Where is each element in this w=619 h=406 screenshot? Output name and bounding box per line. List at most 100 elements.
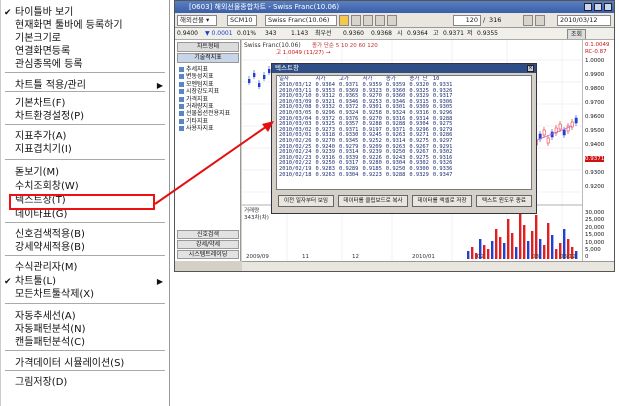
quote-value: 시 [397,30,403,37]
indicator-category-label: 추세지표 [186,66,209,73]
volume-bar [535,215,538,259]
zoom-out-button[interactable] [523,15,533,26]
menu-item-8[interactable]: 지표추가(A) [1,130,169,144]
market-select[interactable]: 해외선물 ▾ [177,15,217,26]
menu-item-23[interactable]: 그림저장(D) [1,376,169,390]
indicator-category[interactable]: 변동성지표 [179,73,214,80]
data-table[interactable]: 일자 시가 고가 저가 종가 종가 단 10 2010/03/12 0.9364 0.9371 0… [276,75,532,190]
tech-indicator-tab[interactable]: 기술적지표 [177,53,239,63]
menu-item-label: 돋보기(M) [15,167,60,178]
menu-separator [5,255,165,256]
volume-axis-tick: 20,000 [585,224,605,231]
indicator-category[interactable]: 모멘텀지표 [179,81,214,88]
quote-strip: 0.9400 ▼ 0.0001 0.01% 343 1.143 최우선 0.9360 0.93… [175,28,614,40]
menu-item-19[interactable]: 자동추세선(A) [1,310,169,324]
candle-body [566,125,570,132]
show-from-prev-date-button[interactable]: 이전 일자부터 보임 [278,195,334,207]
menu-item-7[interactable]: 차트환경설정(P) [1,110,169,124]
menu-item-14[interactable]: 신호검색적용(B) [1,228,169,242]
volume-axis-tick: 10,000 [585,239,605,246]
menu-item-1[interactable]: 현재화면 툴바에 등록하기 [1,19,169,33]
folder-icon [179,96,184,102]
menu-item-11[interactable]: 수치조회창(W) [1,180,169,194]
menu-item-16[interactable]: 수식관리자(M) [1,261,169,275]
y-axis-tick: 0.9900 [585,72,605,78]
volume-bar [467,251,470,259]
symbol-name-field: Swiss Franc(10.06) [265,15,337,26]
indicator-category[interactable]: 시장강도지표 [179,88,219,95]
save-to-excel-button[interactable]: 데이터를 엑셀로 저장 [412,195,472,207]
maximize-icon[interactable] [594,3,602,11]
volume-bar [523,225,526,259]
menu-item-9[interactable]: 지표겹치기(I) [1,143,169,157]
y-axis-tick: 0.9400 [585,142,605,148]
menu-item-0[interactable]: ✔ 타이틀바 보기 [1,6,169,20]
copy-to-clipboard-button[interactable]: 데이터를 클립보드로 복사 [338,195,408,207]
table-row[interactable]: 2010/02/18 0.9263 0.9304 0.9223 0.9288 0.9329… [277,171,454,179]
menu-item-3[interactable]: 연결화면등록 [1,45,169,59]
menu-item-label: 타이틀바 보기 [15,7,74,18]
menu-item-20[interactable]: 자동패턴분석(N) [1,323,169,337]
table-cell: 0.9304 [338,171,359,178]
period-count-input[interactable]: 120 [453,15,481,26]
menu-item-15[interactable]: 강세약세적용(B) [1,241,169,255]
period-week-button[interactable] [363,15,373,26]
menu-item-label: 수치조회창(W) [15,181,79,192]
indicator-category[interactable]: 거래량지표 [179,103,214,110]
query-button[interactable]: 조회 [567,29,587,39]
candle-body [258,83,261,87]
minimize-icon[interactable] [584,3,592,11]
indicator-category[interactable]: 기타지표 [179,118,208,125]
menu-item-17[interactable]: ✔ 차트툴(L) ▶ [1,275,169,289]
menu-item-label: 자동추세선(A) [15,311,76,322]
indicator-category[interactable]: 사용자지표 [179,125,214,132]
period-day-button[interactable] [351,15,361,26]
close-text-window-button[interactable]: 텍스트 윈도우 종료 [476,195,532,207]
indicator-category[interactable]: 추세지표 [179,66,208,73]
menu-item-13[interactable]: 데이타표(G) [1,208,169,222]
menu-item-22[interactable]: 가격데이터 시뮬레이션(S) [1,357,169,371]
zoom-in-button[interactable] [535,15,545,26]
volume-axis-tick: 0 [585,254,589,261]
menu-item-6[interactable]: 기본차트(F) [1,97,169,111]
search-icon[interactable] [339,15,349,26]
period-minute-button[interactable] [387,15,397,26]
panel-button[interactable]: 신호검색 [177,230,239,239]
panel-button[interactable]: 강세/약세 [177,240,239,249]
y-axis-tick: 0.9300 [585,170,605,176]
menu-item-label: 모든차트툴삭제(X) [15,289,95,300]
dialog-close-icon[interactable]: × [527,65,534,72]
volume-bar [547,223,550,259]
chart-type-header[interactable]: 차트형태 [177,42,239,52]
candle-body [263,75,266,79]
text-window-dialog: 텍스트창 × 일자 시가 고가 저가 종가 종가 단 10 2010/03/12 0.9364… [271,63,537,214]
window-title-bar: [0603] 해외선물종합차트 - Swiss Franc(10.06) [175,1,614,13]
y-axis-tick: 0.9600 [585,114,605,120]
menu-item-10[interactable]: 돋보기(M) [1,166,169,180]
date-input[interactable]: 2010/03/12 [557,15,611,26]
period-month-button[interactable] [375,15,385,26]
menu-item-21[interactable]: 캔들패턴분석(C) [1,336,169,350]
indicator-category-label: 거래량지표 [186,103,214,110]
menu-item-2[interactable]: 기본크기로 [1,32,169,46]
symbol-code-input[interactable]: SCM10 [227,15,257,26]
indicator-category[interactable]: 선물옵션전용지표 [179,110,230,117]
volume-axis-tick: 25,000 [585,217,605,224]
highlight-box [9,194,155,210]
close-icon[interactable] [604,3,612,11]
check-icon: ✔ [4,277,12,287]
menu-item-18[interactable]: 모든차트툴삭제(X) [1,288,169,302]
table-body: 2010/03/12 0.9364 0.9371 0.9359 0.9359 0.9320… [277,82,454,179]
menu-item-4[interactable]: 관심종목에 등록 [1,58,169,72]
chart-caption: Swiss Franc(10.06) [244,42,301,49]
menu-item-label: 차트툴(L) [15,276,56,287]
panel-button[interactable]: 시스템트레이딩 [177,250,239,259]
chart-high-note: 고 1.0049 (11/27) → [276,49,331,56]
menu-separator [5,350,165,351]
menu-separator [5,370,165,371]
y-axis-label: 0.1.0049 [585,42,610,48]
chart-scrollbar[interactable] [242,261,614,271]
dialog-title-bar: 텍스트창 × [272,64,536,73]
indicator-category[interactable]: 가격지표 [179,96,208,103]
quote-value: 0.9364 [407,30,428,37]
